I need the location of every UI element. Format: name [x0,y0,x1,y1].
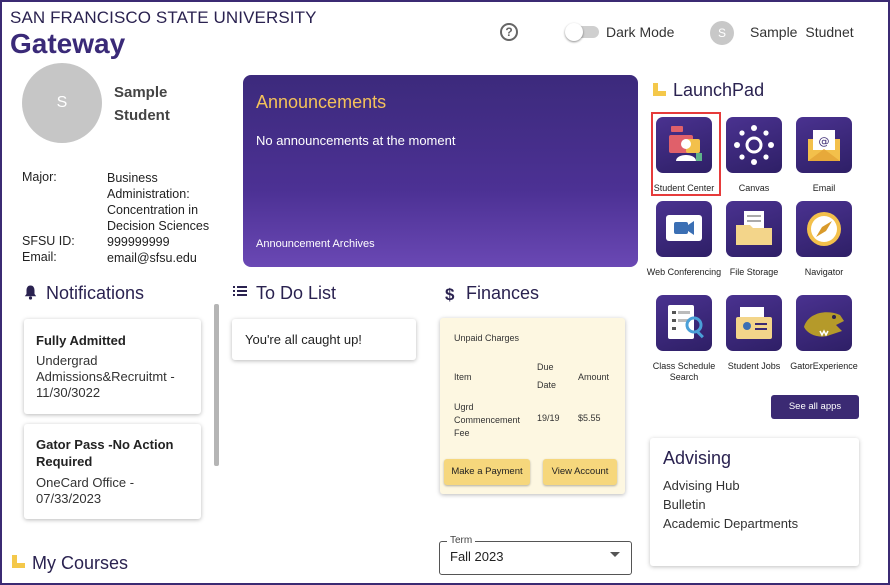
advising-link-advising-hub[interactable]: Advising Hub [663,478,740,493]
make-payment-button[interactable]: Make a Payment [444,459,530,485]
app-label[interactable]: Web Conferencing [644,267,724,278]
sfsu-id-value: 999999999 [107,235,170,249]
notification-title: Gator Pass -No Action Required [36,437,174,469]
charge-due-date: 19/19 [537,413,560,423]
dark-mode-label: Dark Mode [606,24,675,40]
notifications-title: Notifications [46,283,145,303]
advising-link-bulletin[interactable]: Bulletin [663,497,706,512]
launchpad-bracket-icon [653,83,666,96]
bell-icon [24,285,37,304]
notification-card[interactable]: Gator Pass -No Action Required OneCard O… [24,424,201,519]
file-storage-icon [736,211,772,245]
student-center-highlight [651,112,721,196]
web-conferencing-icon [666,215,702,241]
advising-title: Advising [663,448,732,468]
app-title: Gateway [10,28,126,59]
column-amount-header: Amount [578,372,610,382]
toggle-knob [565,23,583,41]
app-label[interactable]: File Storage [714,267,794,278]
app-tile-gator-experience[interactable] [796,295,852,351]
see-all-apps-button[interactable]: See all apps [771,395,859,419]
dollar-icon: $ [445,285,455,304]
app-label[interactable]: Class Schedule Search [644,361,724,383]
app-label[interactable]: Navigator [784,267,864,278]
major-label: Major: [22,170,57,184]
student-jobs-icon [736,307,772,339]
notification-title: Fully Admitted [36,333,126,348]
app-label[interactable]: Canvas [714,183,794,194]
my-courses-bracket-icon [12,555,25,568]
view-account-button[interactable]: View Account [543,459,617,485]
app-tile-navigator[interactable] [796,201,852,257]
todo-card: You're all caught up! [232,319,416,360]
major-value: Business Administration: Concentration i… [107,171,210,233]
finances-title: Finances [466,283,540,303]
todo-title: To Do List [256,283,337,303]
sfsu-id-label: SFSU ID: [22,234,75,248]
unpaid-charges-title: Unpaid Charges [454,333,520,343]
chevron-down-icon[interactable] [610,552,620,557]
notification-body: OneCard Office - 07/33/2023 [36,475,135,506]
finances-card: Unpaid Charges Item Due Date Amount Ugrd… [440,318,625,494]
profile-name: Sample Student [114,84,170,124]
my-courses-title: My Courses [32,553,129,573]
canvas-icon [734,125,774,165]
app-tile-web-conferencing[interactable] [656,201,712,257]
gateway-page: SAN FRANCISCO STATE UNIVERSITY Gateway ?… [0,0,890,585]
column-item-header: Item [454,372,472,382]
list-icon [233,284,247,302]
term-label: Term [447,535,476,546]
dark-mode-toggle[interactable] [565,23,599,41]
app-label[interactable]: Student Jobs [714,361,794,372]
announcements-title: Announcements [256,92,387,112]
gator-experience-icon [804,312,844,337]
advising-link-academic-departments[interactable]: Academic Departments [663,516,798,531]
notification-card[interactable]: Fully Admitted Undergrad Admissions&Recr… [24,319,201,414]
charge-amount: $5.55 [578,413,601,423]
launchpad-title: LaunchPad [673,80,765,100]
app-tile-email[interactable]: @ [796,117,852,173]
email-label: Email: [22,250,57,264]
class-schedule-search-icon [668,305,704,339]
help-icon[interactable]: ? [500,23,518,41]
email-value: email@sfsu.edu [107,251,197,265]
announcement-archives-link[interactable]: Announcement Archives [256,238,375,250]
navigator-icon [807,212,841,246]
todo-empty-message: You're all caught up! [245,332,362,347]
app-label[interactable]: GatorExperience [784,361,864,372]
app-label[interactable]: Email [784,183,864,194]
svg-text:@: @ [819,135,830,148]
email-icon: @ [808,130,840,161]
user-name[interactable]: Sample Studnet [750,24,854,40]
charge-item: Ugrd Commencement Fee [454,402,521,438]
user-avatar[interactable]: S [710,21,734,45]
app-tile-student-jobs[interactable] [726,295,782,351]
announcements-card: Announcements No announcements at the mo… [243,75,638,267]
column-due-date-header: Due Date [537,362,557,390]
term-value[interactable]: Fall 2023 [450,549,503,564]
app-tile-class-schedule-search[interactable] [656,295,712,351]
announcements-message: No announcements at the moment [256,133,456,148]
app-tile-file-storage[interactable] [726,201,782,257]
notifications-scrollbar[interactable] [214,304,219,466]
university-name: SAN FRANCISCO STATE UNIVERSITY [10,8,317,27]
profile-avatar: S [22,63,102,143]
advising-card: Advising Advising Hub Bulletin Academic … [650,438,859,566]
notification-body: Undergrad Admissions&Recruitmt - 11/30/3… [36,353,175,400]
app-tile-canvas[interactable] [726,117,782,173]
